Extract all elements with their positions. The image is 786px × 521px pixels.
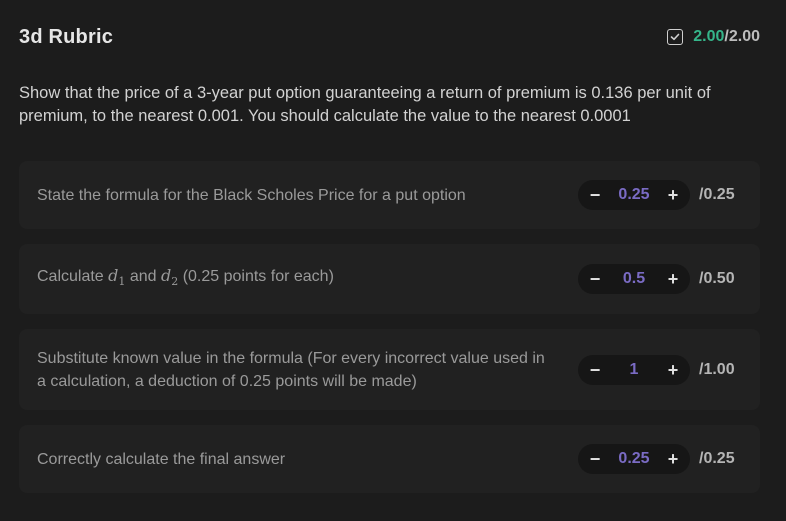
- score-max-points: /0.50: [699, 270, 735, 287]
- math-d2-var: d: [161, 266, 172, 286]
- increment-button[interactable]: +: [666, 361, 680, 379]
- criterion-item: Correctly calculate the final answer − 0…: [19, 425, 760, 493]
- increment-button[interactable]: +: [666, 186, 680, 204]
- score-earned: 2.00: [693, 28, 725, 45]
- criterion-label: State the formula for the Black Scholes …: [37, 186, 466, 204]
- criterion-controls: − 1 + /1.00: [578, 354, 743, 385]
- criterion-controls: − 0.5 + /0.50: [578, 264, 743, 294]
- criterion-item: Substitute known value in the formula (F…: [19, 329, 760, 410]
- decrement-button[interactable]: −: [588, 450, 602, 468]
- criterion-label: Correctly calculate the final answer: [37, 450, 286, 468]
- criterion-label: Substitute known value in the formula (F…: [37, 349, 545, 390]
- score-max-points: /1.00: [699, 360, 735, 378]
- criterion-item: Calculate d1 and d2 (0.25 points for eac…: [19, 244, 760, 314]
- score-stepper: − 0.25 +: [578, 180, 690, 210]
- checkbox-check-icon: [667, 29, 684, 45]
- score-stepper: − 0.25 +: [578, 444, 690, 474]
- score-value[interactable]: 0.25: [602, 450, 666, 468]
- rubric-title: 3d Rubric: [19, 25, 114, 48]
- decrement-button[interactable]: −: [588, 270, 602, 288]
- rubric-panel: 3d Rubric 2.00 /2.00 Show that the price…: [0, 0, 786, 521]
- decrement-button[interactable]: −: [588, 186, 602, 204]
- score-stepper: − 1 +: [578, 354, 690, 385]
- increment-button[interactable]: +: [666, 450, 680, 468]
- criterion-label-post: (0.25 points for each): [178, 268, 334, 286]
- math-d2: d2: [161, 266, 178, 288]
- criterion-controls: − 0.25 + /0.25: [578, 444, 743, 474]
- question-text: Show that the price of a 3-year put opti…: [19, 84, 711, 125]
- decrement-button[interactable]: −: [588, 361, 602, 379]
- criterion-label: Calculate d1 and d2 (0.25 points for eac…: [37, 264, 334, 293]
- rubric-header: 3d Rubric 2.00 /2.00: [19, 23, 760, 51]
- score-max-points: /0.25: [699, 450, 735, 467]
- score-stepper: − 0.5 +: [578, 264, 690, 294]
- criterion-item: State the formula for the Black Scholes …: [19, 161, 760, 229]
- total-score: 2.00 /2.00: [667, 28, 760, 46]
- criterion-label-mid: and: [125, 268, 161, 286]
- math-d1-var: d: [108, 266, 119, 286]
- score-value[interactable]: 0.5: [602, 270, 666, 288]
- criterion-controls: − 0.25 + /0.25: [578, 180, 743, 210]
- criteria-list: State the formula for the Black Scholes …: [19, 161, 760, 508]
- criterion-label-pre: Calculate: [37, 268, 109, 286]
- score-value[interactable]: 0.25: [602, 186, 666, 204]
- score-max-points: /0.25: [699, 186, 735, 203]
- increment-button[interactable]: +: [666, 270, 680, 288]
- score-max: /2.00: [724, 28, 760, 45]
- math-d1: d1: [108, 266, 125, 288]
- score-value[interactable]: 1: [602, 361, 666, 379]
